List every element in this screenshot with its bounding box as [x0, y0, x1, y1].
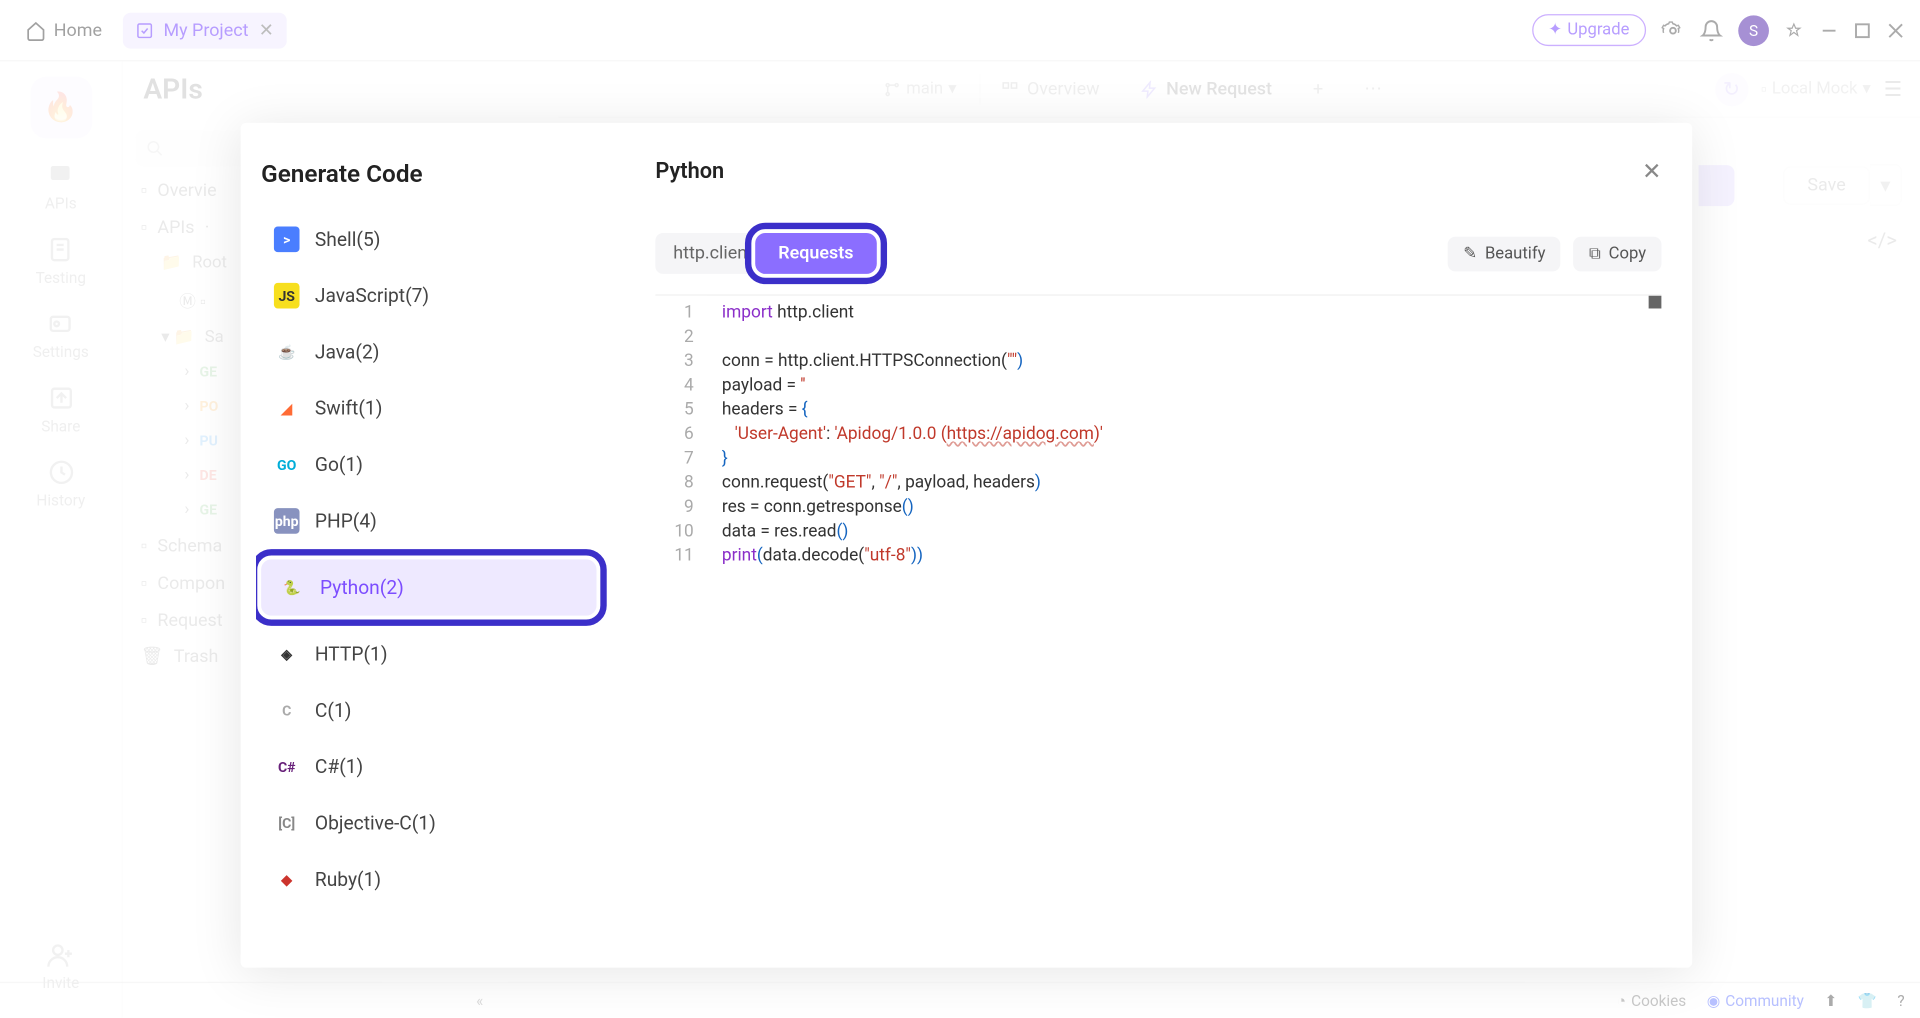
- project-icon: [135, 21, 153, 39]
- lang-icon: C: [274, 698, 300, 724]
- sparkle-icon: ✦: [1548, 20, 1562, 39]
- help-icon[interactable]: ?: [1897, 991, 1904, 1009]
- titlebar: Home My Project ✕ ✦ Upgrade S: [0, 0, 1920, 61]
- lang-item-java[interactable]: ☕ Java(2): [256, 324, 602, 380]
- close-icon[interactable]: ✕: [259, 20, 274, 40]
- code-editor[interactable]: 1234567891011 import http.client conn = …: [655, 294, 1661, 942]
- lang-item-ruby[interactable]: ◆ Ruby(1): [256, 851, 602, 907]
- home-label: Home: [54, 20, 102, 40]
- subtab-httpclient[interactable]: http.clien: [655, 233, 747, 274]
- lang-item-http[interactable]: ◈ HTTP(1): [256, 626, 602, 682]
- copy-button[interactable]: ⧉Copy: [1574, 236, 1662, 271]
- lang-item-swift[interactable]: ◢ Swift(1): [256, 380, 602, 436]
- generate-code-modal: Generate Code > Shell(5) JS JavaScript(7) ☕ J…: [241, 123, 1693, 968]
- lang-label: Go(1): [315, 453, 363, 476]
- statusbar: « ◔Cookies ◉Community ⬆ 👕 ?: [0, 982, 1920, 1018]
- lang-label: Swift(1): [315, 397, 383, 420]
- lang-item-c[interactable]: C# C#(1): [256, 739, 602, 795]
- lang-icon: 🐍: [279, 575, 305, 601]
- language-list-panel: Generate Code > Shell(5) JS JavaScript(7) ☕ J…: [241, 123, 625, 968]
- lang-icon: [C]: [274, 810, 300, 836]
- lang-label: C#(1): [315, 755, 363, 778]
- wand-icon: ✎: [1463, 244, 1477, 263]
- bell-icon[interactable]: [1700, 19, 1723, 42]
- lang-item-python[interactable]: 🐍 Python(2): [261, 559, 596, 615]
- upload-icon[interactable]: ⬆: [1824, 991, 1837, 1009]
- lang-label: C(1): [315, 699, 352, 722]
- lang-label: PHP(4): [315, 509, 377, 532]
- lang-item-go[interactable]: GO Go(1): [256, 436, 602, 492]
- close-button[interactable]: ✕: [1642, 159, 1661, 186]
- project-label: My Project: [163, 20, 248, 40]
- code-content: import http.client conn = http.client.HT…: [707, 296, 1103, 942]
- window-close-icon[interactable]: [1887, 21, 1905, 39]
- lang-item-php[interactable]: php PHP(4): [256, 493, 602, 549]
- project-tab[interactable]: My Project ✕: [122, 12, 286, 48]
- lang-icon: ☕: [274, 339, 300, 365]
- cookies-link[interactable]: ◔Cookies: [1617, 991, 1687, 1009]
- beautify-button[interactable]: ✎Beautify: [1448, 236, 1561, 271]
- lang-label: Shell(5): [315, 228, 381, 251]
- lang-icon: ◆: [274, 867, 300, 893]
- upgrade-label: Upgrade: [1567, 20, 1629, 39]
- discord-icon: ◉: [1707, 991, 1720, 1009]
- lang-icon: JS: [274, 283, 300, 309]
- minimap: [1649, 296, 1662, 309]
- highlight-ring-requests: Requests: [745, 223, 887, 284]
- lang-label: Java(2): [315, 340, 380, 363]
- collapse-icon[interactable]: «: [476, 991, 483, 1009]
- gear-icon[interactable]: [1661, 19, 1684, 42]
- community-link[interactable]: ◉Community: [1707, 991, 1804, 1009]
- home-button[interactable]: Home: [15, 15, 112, 46]
- lang-item-shell[interactable]: > Shell(5): [256, 211, 602, 267]
- lang-label: JavaScript(7): [315, 284, 429, 307]
- modal-title: Generate Code: [261, 159, 609, 188]
- lang-label: HTTP(1): [315, 643, 388, 666]
- lang-item-javascript[interactable]: JS JavaScript(7): [256, 268, 602, 324]
- window-maximize-icon[interactable]: [1853, 21, 1871, 39]
- pin-icon[interactable]: [1784, 20, 1804, 40]
- lang-icon: GO: [274, 452, 300, 478]
- lang-label: Objective-C(1): [315, 812, 436, 835]
- lang-icon: >: [274, 227, 300, 253]
- gutter: 1234567891011: [655, 296, 706, 942]
- copy-icon: ⧉: [1589, 244, 1601, 263]
- lang-label: Ruby(1): [315, 868, 381, 891]
- subtab-requests[interactable]: Requests: [755, 233, 876, 274]
- code-panel: ✕ Python http.clien Requests ✎Beautify ⧉…: [625, 123, 1693, 968]
- shirt-icon[interactable]: 👕: [1858, 991, 1877, 1009]
- lang-icon: php: [274, 508, 300, 534]
- lang-icon: ◈: [274, 641, 300, 667]
- lang-label: Python(2): [320, 576, 404, 599]
- panel-title: Python: [655, 159, 1661, 185]
- lang-item-objectivec[interactable]: [C] Objective-C(1): [256, 795, 602, 851]
- lang-icon: C#: [274, 754, 300, 780]
- window-minimize-icon[interactable]: [1820, 21, 1838, 39]
- home-icon: [26, 20, 46, 40]
- highlight-ring-python: 🐍 Python(2): [256, 549, 607, 626]
- lang-item-c[interactable]: C C(1): [256, 682, 602, 738]
- upgrade-button[interactable]: ✦ Upgrade: [1532, 14, 1646, 46]
- lang-icon: ◢: [274, 396, 300, 422]
- avatar[interactable]: S: [1738, 15, 1769, 46]
- cookie-icon: ◔: [1617, 991, 1626, 1009]
